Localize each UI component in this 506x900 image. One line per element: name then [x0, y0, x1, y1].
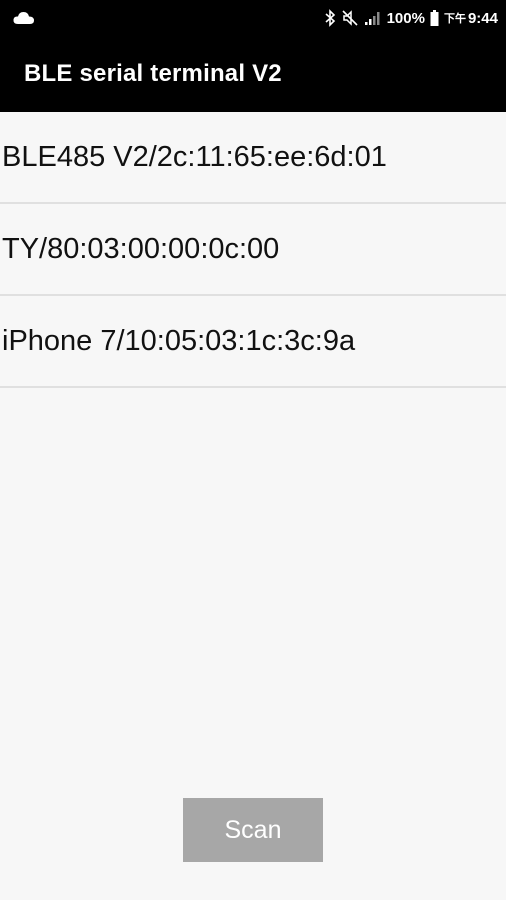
cloud-icon	[12, 9, 36, 27]
battery-icon	[430, 9, 439, 27]
app-bar: BLE serial terminal V2	[0, 36, 506, 112]
battery-percent: 100%	[386, 9, 425, 27]
device-list-item[interactable]: TY/80:03:00:00:0c:00	[0, 204, 506, 296]
device-label: iPhone 7/10:05:03:1c:3c:9a	[2, 324, 356, 357]
device-label: BLE485 V2/2c:11:65:ee:6d:01	[2, 140, 387, 173]
ampm-label: 下午	[443, 13, 466, 25]
status-bar: 100% 下午 9:44	[0, 0, 506, 36]
bluetooth-icon	[324, 9, 336, 27]
device-list-item[interactable]: iPhone 7/10:05:03:1c:3c:9a	[0, 296, 506, 388]
clock: 9:44	[467, 9, 498, 27]
device-list: BLE485 V2/2c:11:65:ee:6d:01 TY/80:03:00:…	[0, 112, 506, 388]
mute-icon	[341, 9, 359, 27]
signal-icon	[364, 9, 382, 27]
status-icons: 100% 下午 9:44	[324, 8, 498, 28]
app-title: BLE serial terminal V2	[24, 60, 282, 87]
device-label: TY/80:03:00:00:0c:00	[2, 232, 280, 265]
device-list-item[interactable]: BLE485 V2/2c:11:65:ee:6d:01	[0, 112, 506, 204]
scan-button[interactable]: Scan	[183, 798, 323, 862]
